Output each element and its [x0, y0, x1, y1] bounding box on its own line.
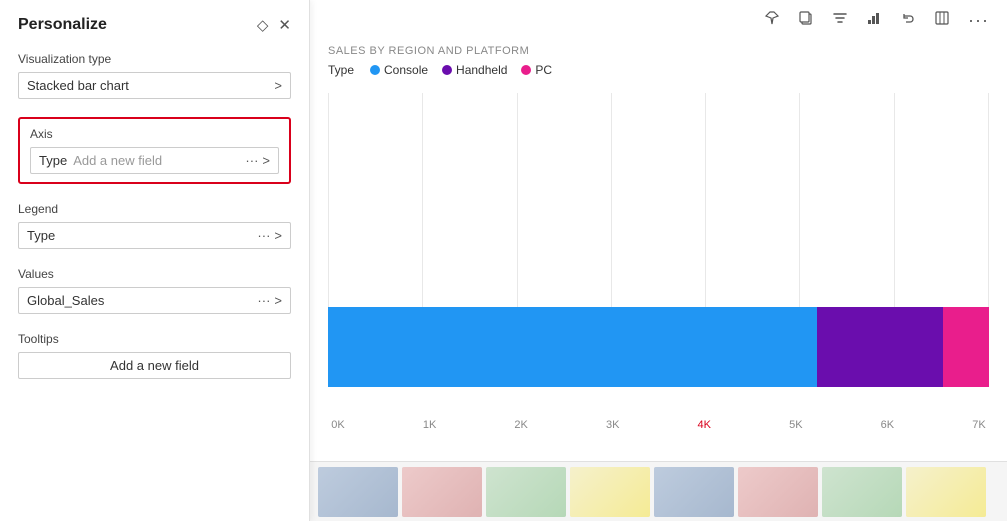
x-label-3k: 3K [603, 419, 623, 431]
pc-dot [521, 65, 531, 75]
x-label-4k: 4K [694, 419, 714, 431]
legend-item-pc: PC [521, 63, 552, 77]
values-value: Global_Sales [27, 293, 257, 308]
undo-toolbar-icon[interactable] [896, 8, 920, 33]
tooltips-add-field-button[interactable]: Add a new field [18, 352, 291, 379]
x-label-2k: 2K [511, 419, 531, 431]
legend-value: Type [27, 228, 257, 243]
thumbnail-strip [310, 461, 1007, 521]
handheld-label: Handheld [456, 63, 507, 77]
chart-grid-area [328, 93, 989, 417]
axis-add-text: Add a new field [73, 153, 162, 168]
thumb-5 [654, 467, 734, 517]
pin-toolbar-icon[interactable] [760, 8, 784, 33]
values-field-row[interactable]: Global_Sales ··· > [18, 287, 291, 314]
chart-title: SALES BY REGION AND PLATFORM [328, 45, 989, 57]
thumb-7 [822, 467, 902, 517]
panel-header: Personalize ◇ ✕ [18, 16, 291, 34]
legend-dots-icon[interactable]: ··· [257, 228, 270, 243]
chart-legend: Type Console Handheld PC [310, 59, 1007, 83]
console-label: Console [384, 63, 428, 77]
legend-item-console: Console [370, 63, 428, 77]
thumb-2 [402, 467, 482, 517]
thumb-4 [570, 467, 650, 517]
chart-main: 0K 1K 2K 3K 4K 5K 6K 7K [310, 83, 1007, 461]
viz-section: Visualization type Stacked bar chart > [18, 52, 291, 99]
x-label-6k: 6K [877, 419, 897, 431]
axis-field-left: Type Add a new field [39, 153, 245, 168]
expand-toolbar-icon[interactable] [930, 8, 954, 33]
thumb-8 [906, 467, 986, 517]
x-label-5k: 5K [786, 419, 806, 431]
personalize-panel: Personalize ◇ ✕ Visualization type Stack… [0, 0, 310, 521]
values-section: Values Global_Sales ··· > [18, 267, 291, 314]
copy-toolbar-icon[interactable] [794, 8, 818, 33]
thumb-3 [486, 467, 566, 517]
viz-type-value: Stacked bar chart [27, 78, 274, 93]
filter-toolbar-icon[interactable] [828, 8, 852, 33]
bar-segment-pc [943, 307, 989, 387]
viz-label: Visualization type [18, 52, 291, 66]
viz-type-row[interactable]: Stacked bar chart > [18, 72, 291, 99]
legend-type-prefix: Type [328, 63, 354, 77]
panel-title: Personalize [18, 16, 107, 34]
pin-icon[interactable]: ◇ [257, 16, 269, 34]
legend-label: Legend [18, 202, 291, 216]
main-container: Personalize ◇ ✕ Visualization type Stack… [0, 0, 1007, 521]
legend-section: Legend Type ··· > [18, 202, 291, 249]
axis-section: Axis Type Add a new field ··· > [18, 117, 291, 184]
x-label-1k: 1K [420, 419, 440, 431]
legend-arrow-icon: > [274, 228, 282, 243]
thumb-1 [318, 467, 398, 517]
axis-label: Axis [30, 127, 279, 141]
x-label-7k: 7K [969, 419, 989, 431]
legend-field-row[interactable]: Type ··· > [18, 222, 291, 249]
axis-arrow-icon: > [262, 153, 270, 168]
chart-title-area: SALES BY REGION AND PLATFORM [310, 37, 1007, 59]
legend-item-handheld: Handheld [442, 63, 507, 77]
tooltips-section: Tooltips Add a new field [18, 332, 291, 379]
pc-label: PC [535, 63, 552, 77]
chart-type-icon[interactable] [862, 8, 886, 33]
bar-segment-handheld [817, 307, 943, 387]
axis-dots-icon[interactable]: ··· [245, 153, 258, 168]
stacked-bar [328, 307, 989, 387]
axis-type-text: Type [39, 153, 67, 168]
close-icon[interactable]: ✕ [278, 16, 291, 34]
more-options-icon[interactable]: ··· [964, 8, 993, 33]
handheld-dot [442, 65, 452, 75]
x-axis: 0K 1K 2K 3K 4K 5K 6K 7K [328, 419, 989, 431]
console-dot [370, 65, 380, 75]
values-dots-icon[interactable]: ··· [257, 293, 270, 308]
thumb-6 [738, 467, 818, 517]
panel-header-icons: ◇ ✕ [257, 16, 291, 34]
chart-toolbar: ··· [310, 0, 1007, 37]
tooltips-label: Tooltips [18, 332, 291, 346]
viz-arrow-icon: > [274, 78, 282, 93]
values-label: Values [18, 267, 291, 281]
x-label-0k: 0K [328, 419, 348, 431]
bar-segment-console [328, 307, 817, 387]
chart-area: ··· SALES BY REGION AND PLATFORM Type Co… [310, 0, 1007, 521]
axis-field-row[interactable]: Type Add a new field ··· > [30, 147, 279, 174]
values-arrow-icon: > [274, 293, 282, 308]
